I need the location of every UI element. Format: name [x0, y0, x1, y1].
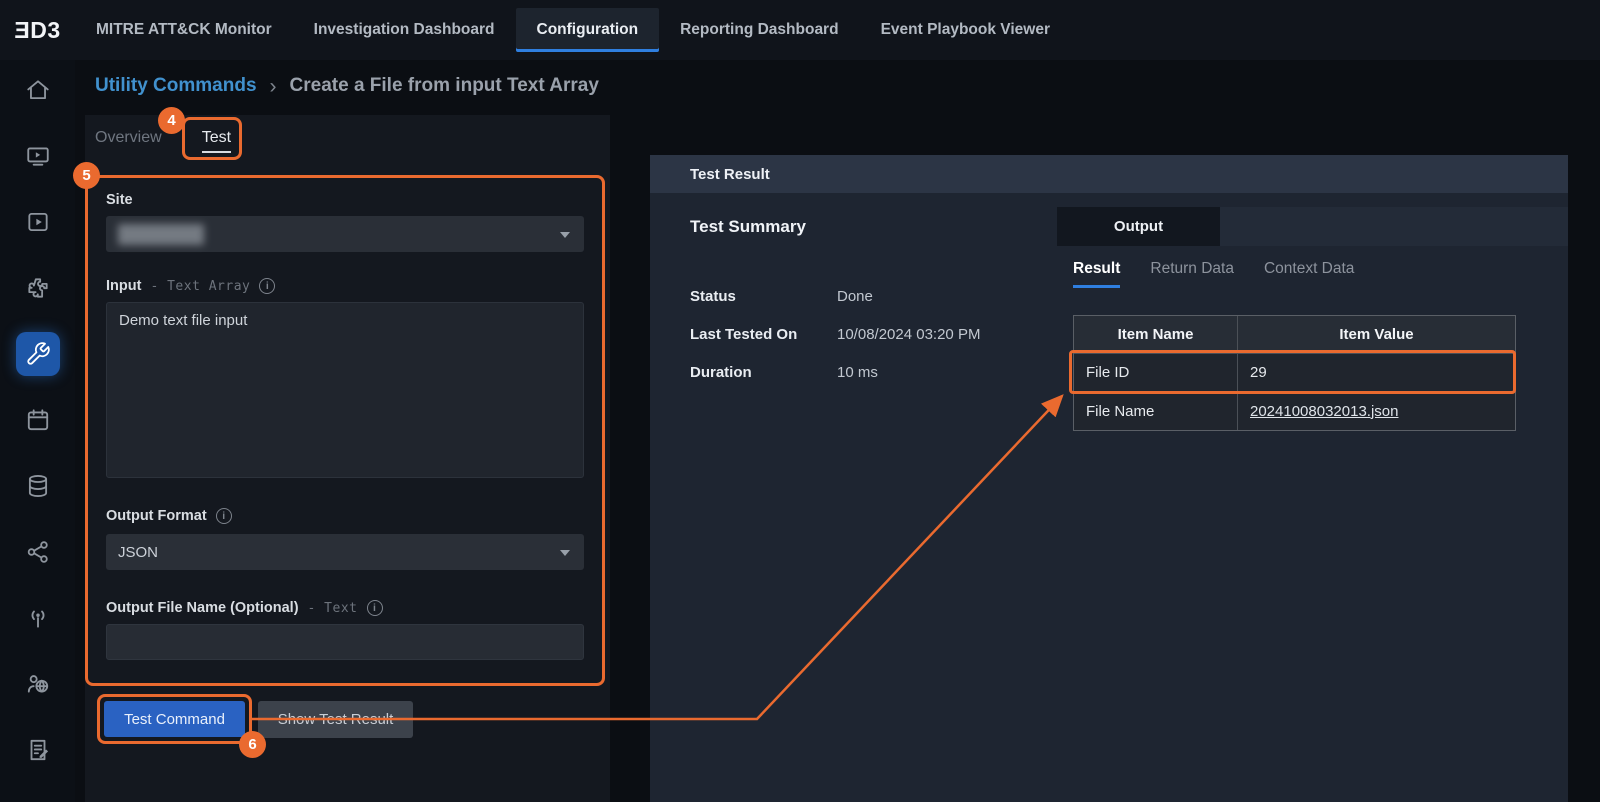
test-result-title: Test Result	[690, 166, 770, 183]
test-form: Site Input - Text Array Demo text file i…	[85, 175, 605, 686]
test-result-header: Test Result	[650, 155, 1568, 193]
output-sub-tabs: Result Return Data Context Data	[1073, 260, 1354, 288]
tab-test[interactable]: Test	[202, 129, 231, 153]
tab-overview[interactable]: Overview	[95, 129, 162, 147]
info-icon[interactable]	[259, 278, 275, 294]
result-table: Item Name Item Value File ID 29 File Nam…	[1073, 315, 1516, 431]
nav-item-mitre-attack-monitor[interactable]: MITRE ATT&CK Monitor	[75, 8, 293, 52]
input-type-hint: - Text Array	[150, 279, 250, 294]
top-nav: ƎD3 MITRE ATT&CK Monitor Investigation D…	[0, 0, 1600, 60]
sidebar-item-monitor[interactable]	[16, 134, 60, 178]
wrench-icon	[25, 341, 51, 367]
info-icon[interactable]	[367, 600, 383, 616]
output-format-value: JSON	[118, 544, 158, 561]
test-summary: Status Done Last Tested On 10/08/2024 03…	[690, 277, 980, 391]
test-result-panel: Test Result Test Summary Status Done Las…	[650, 155, 1568, 802]
output-file-label-row: Output File Name (Optional) - Text	[106, 600, 584, 616]
top-nav-items: MITRE ATT&CK Monitor Investigation Dashb…	[75, 0, 1071, 60]
video-play-icon	[25, 209, 51, 235]
sidebar-item-integrations[interactable]	[16, 266, 60, 310]
status-value: Done	[837, 288, 980, 305]
duration-label: Duration	[690, 364, 837, 381]
breadcrumb: Utility Commands › Create a File from in…	[95, 69, 599, 103]
summary-row-duration: Duration 10 ms	[690, 353, 980, 391]
duration-value: 10 ms	[837, 364, 980, 381]
nav-item-event-playbook-viewer[interactable]: Event Playbook Viewer	[860, 8, 1071, 52]
output-file-name-label: Output File Name (Optional)	[106, 600, 299, 616]
sidebar-item-home[interactable]	[16, 68, 60, 112]
summary-row-last-tested: Last Tested On 10/08/2024 03:20 PM	[690, 315, 980, 353]
input-label: Input	[106, 278, 141, 294]
info-icon[interactable]	[216, 508, 232, 524]
output-file-type-hint: - Text	[308, 601, 358, 616]
output-format-dropdown[interactable]: JSON	[106, 534, 584, 570]
database-icon	[25, 473, 51, 499]
table-cell-file-id-name: File ID	[1074, 354, 1238, 392]
app-window: ƎD3 MITRE ATT&CK Monitor Investigation D…	[0, 0, 1600, 802]
status-label: Status	[690, 288, 837, 305]
breadcrumb-utility-commands[interactable]: Utility Commands	[95, 75, 257, 97]
monitor-play-icon	[25, 143, 51, 169]
site-value-redacted	[118, 224, 204, 245]
table-header-item-name: Item Name	[1074, 316, 1238, 354]
step-badge-4: 4	[158, 107, 185, 134]
test-summary-title: Test Summary	[690, 217, 806, 237]
table-cell-file-name-value: 20241008032013.json	[1238, 392, 1515, 430]
step-badge-5: 5	[73, 162, 100, 189]
sidebar-item-database[interactable]	[16, 464, 60, 508]
annotation-box-test-command: Test Command	[97, 694, 252, 744]
broadcast-icon	[25, 605, 51, 631]
nav-item-reporting-dashboard[interactable]: Reporting Dashboard	[659, 8, 859, 52]
home-icon	[25, 77, 51, 103]
share-network-icon	[25, 539, 51, 565]
output-format-label: Output Format	[106, 508, 207, 524]
test-command-button[interactable]: Test Command	[104, 701, 245, 737]
d3-logo: ƎD3	[0, 17, 75, 44]
sidebar-item-broadcast[interactable]	[16, 596, 60, 640]
calendar-icon	[25, 407, 51, 433]
sidebar-item-calendar[interactable]	[16, 398, 60, 442]
table-cell-file-id-value: 29	[1238, 354, 1515, 392]
site-dropdown[interactable]	[106, 216, 584, 252]
sidebar-item-network[interactable]	[16, 530, 60, 574]
tab-return-data[interactable]: Return Data	[1150, 260, 1234, 285]
breadcrumb-current-page: Create a File from input Text Array	[290, 75, 599, 97]
sidebar-item-video[interactable]	[16, 200, 60, 244]
puzzle-icon	[25, 275, 51, 301]
document-pen-icon	[25, 737, 51, 763]
icon-sidebar	[0, 60, 75, 802]
tab-result[interactable]: Result	[1073, 260, 1120, 288]
last-tested-value: 10/08/2024 03:20 PM	[837, 326, 980, 343]
sidebar-item-globe[interactable]	[16, 662, 60, 706]
input-label-row: Input - Text Array	[106, 278, 584, 294]
site-label: Site	[106, 192, 584, 208]
sidebar-item-utility-commands[interactable]	[16, 332, 60, 376]
show-test-result-button[interactable]: Show Test Result	[258, 701, 413, 738]
tab-context-data[interactable]: Context Data	[1264, 260, 1354, 285]
file-name-link[interactable]: 20241008032013.json	[1250, 403, 1398, 420]
nav-item-configuration[interactable]: Configuration	[516, 8, 660, 52]
summary-row-status: Status Done	[690, 277, 980, 315]
output-format-label-row: Output Format	[106, 508, 584, 524]
nav-item-investigation-dashboard[interactable]: Investigation Dashboard	[293, 8, 516, 52]
table-cell-file-name-name: File Name	[1074, 392, 1238, 430]
breadcrumb-separator-icon: ›	[270, 76, 277, 97]
step-badge-6: 6	[239, 731, 266, 758]
sidebar-item-audit[interactable]	[16, 728, 60, 772]
last-tested-label: Last Tested On	[690, 326, 837, 343]
table-header-item-value: Item Value	[1238, 316, 1515, 354]
output-file-name-input[interactable]	[106, 624, 584, 660]
tab-output[interactable]: Output	[1057, 207, 1220, 246]
user-globe-icon	[25, 671, 51, 697]
input-textarea[interactable]: Demo text file input	[106, 302, 584, 478]
